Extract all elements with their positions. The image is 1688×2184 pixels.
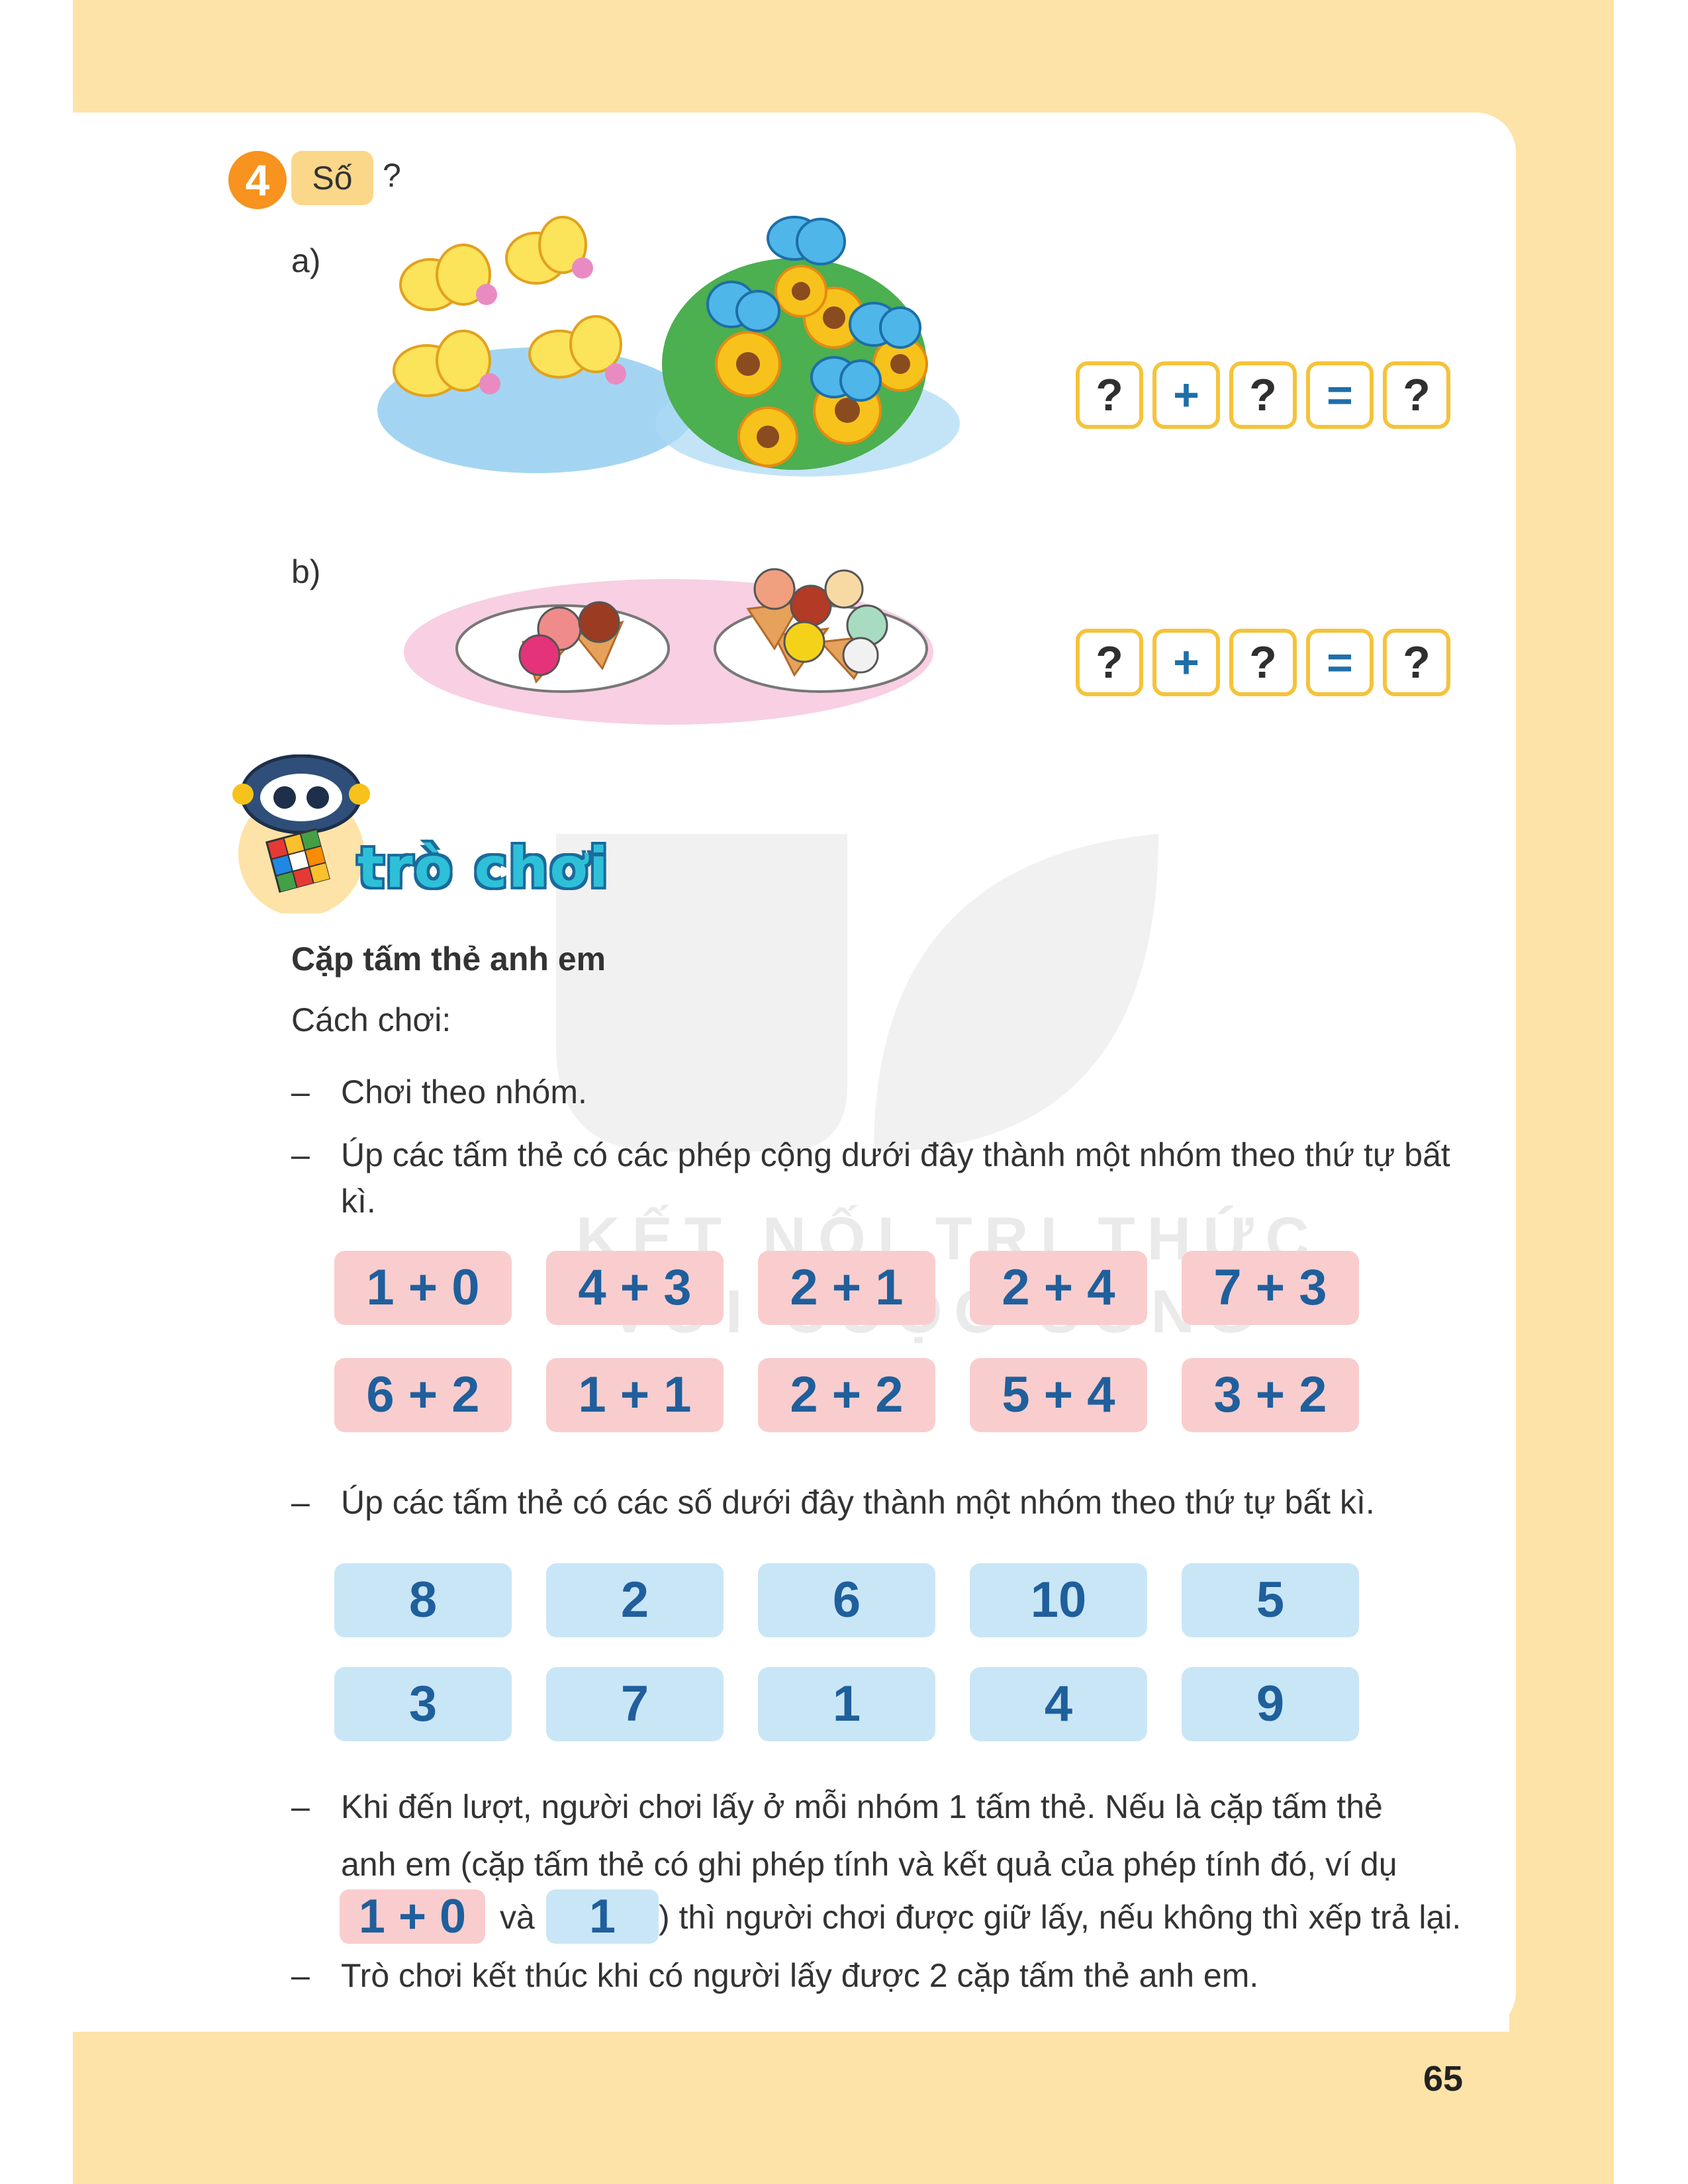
example-result-card: 1: [546, 1889, 659, 1944]
dash-bullet: –: [291, 1957, 310, 1994]
example-connector: và: [500, 1894, 553, 1940]
rule-continuation: ) thì người chơi được giữ lấy, nếu không…: [659, 1894, 1479, 1940]
page-number: 65: [1423, 2059, 1464, 2099]
addition-card[interactable]: 4 + 3: [546, 1251, 724, 1325]
number-card[interactable]: 3: [334, 1667, 512, 1741]
number-card[interactable]: 7: [546, 1667, 724, 1741]
dash-bullet: –: [291, 1788, 310, 1825]
rule-text: Úp các tấm thẻ có các phép cộng dưới đây…: [341, 1136, 1450, 1220]
addition-card[interactable]: 3 + 2: [1182, 1358, 1359, 1432]
game-name: Cặp tấm thẻ anh em: [291, 940, 606, 978]
right-page-band: [1509, 0, 1614, 2184]
addition-card[interactable]: 2 + 2: [758, 1358, 935, 1432]
addition-card-grid: 1 + 0 4 + 3 2 + 1 2 + 4 7 + 3 6 + 2 1 + …: [334, 1251, 1359, 1432]
number-card[interactable]: 1: [758, 1667, 935, 1741]
rule-text: Trò chơi kết thúc khi có người lấy được …: [341, 1957, 1259, 1994]
equals-sign-box: =: [1306, 629, 1374, 696]
number-card[interactable]: 9: [1182, 1667, 1359, 1741]
answer-box[interactable]: ?: [1229, 361, 1297, 429]
number-card-grid: 8 2 6 10 5 3 7 1 4 9: [334, 1563, 1359, 1741]
rule-text-line2: anh em (cặp tấm thẻ có ghi phép tính và …: [341, 1846, 1397, 1883]
example-and-text: và: [500, 1899, 535, 1936]
plus-sign-box: +: [1152, 361, 1220, 429]
equation-row-b: ? + ? = ?: [1076, 629, 1450, 696]
game-section-title: trò chơi: [357, 835, 610, 900]
dash-bullet: –: [291, 1136, 310, 1173]
answer-box[interactable]: ?: [1076, 629, 1143, 696]
addition-card[interactable]: 5 + 4: [970, 1358, 1147, 1432]
addition-card[interactable]: 1 + 1: [546, 1358, 724, 1432]
exercise-question-mark: ?: [383, 157, 401, 194]
rule-text-line1: Khi đến lượt, người chơi lấy ở mỗi nhóm …: [341, 1788, 1383, 1825]
rule-text: Úp các tấm thẻ có các số dưới đây thành …: [341, 1484, 1375, 1521]
part-a-label: a): [291, 242, 321, 279]
bottom-page-band: [73, 2032, 1614, 2184]
part-b-label: b): [291, 553, 321, 590]
robot-mascot-icon: [232, 754, 370, 913]
equation-row-a: ? + ? = ?: [1076, 361, 1450, 429]
dash-bullet: –: [291, 1484, 310, 1521]
plus-sign-box: +: [1152, 629, 1220, 696]
rule-text-line3: ) thì người chơi được giữ lấy, nếu không…: [659, 1899, 1462, 1936]
example-sum-card: 1 + 0: [340, 1889, 485, 1944]
answer-box[interactable]: ?: [1229, 629, 1297, 696]
rule-text: Chơi theo nhóm.: [341, 1073, 587, 1111]
ice-cream-plates-illustration: [404, 568, 933, 725]
number-card[interactable]: 6: [758, 1563, 935, 1637]
number-card[interactable]: 4: [970, 1667, 1147, 1741]
addition-card[interactable]: 2 + 1: [758, 1251, 935, 1325]
number-card[interactable]: 2: [546, 1563, 724, 1637]
answer-box[interactable]: ?: [1076, 361, 1143, 429]
number-card[interactable]: 10: [970, 1563, 1147, 1637]
equals-sign-box: =: [1306, 361, 1374, 429]
answer-box[interactable]: ?: [1383, 629, 1450, 696]
exercise-number-badge: 4: [228, 151, 287, 209]
answer-box[interactable]: ?: [1383, 361, 1450, 429]
number-card[interactable]: 5: [1182, 1563, 1359, 1637]
number-card[interactable]: 8: [334, 1563, 512, 1637]
butterflies-illustration: [377, 216, 960, 477]
addition-card[interactable]: 2 + 4: [970, 1251, 1147, 1325]
dash-bullet: –: [291, 1073, 310, 1111]
addition-card[interactable]: 6 + 2: [334, 1358, 512, 1432]
exercise-tag: Số: [291, 151, 373, 205]
addition-card[interactable]: 1 + 0: [334, 1251, 512, 1325]
addition-card[interactable]: 7 + 3: [1182, 1251, 1359, 1325]
how-to-play-label: Cách chơi:: [291, 1001, 451, 1038]
